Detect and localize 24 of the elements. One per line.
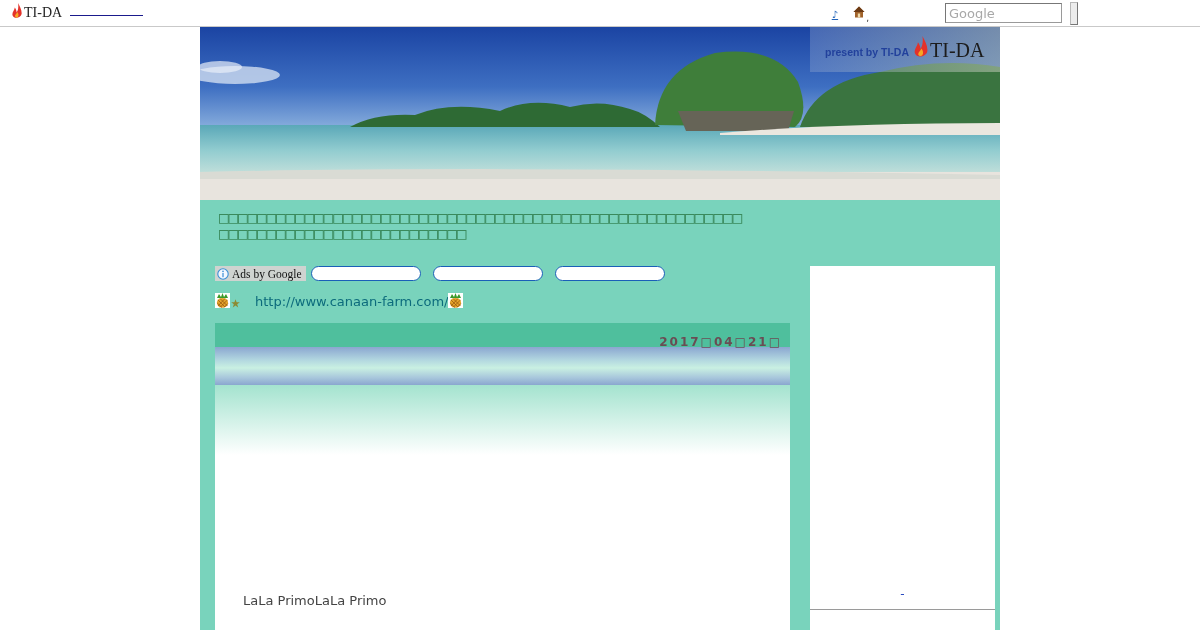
music-note-link[interactable]: ♪ xyxy=(831,9,839,21)
flame-icon xyxy=(12,3,22,19)
logo-tagline: present by TI-DA xyxy=(825,45,909,58)
separator-text: , xyxy=(866,13,869,23)
blank-link[interactable] xyxy=(70,14,144,16)
flame-icon xyxy=(914,35,928,58)
site-link[interactable]: http://www.canaan-farm.com/ xyxy=(255,293,449,310)
ads-by-google-link[interactable]: Ads by Google xyxy=(215,266,306,281)
search-button[interactable] xyxy=(1070,1,1078,25)
pineapple-icon xyxy=(448,293,464,308)
search-field[interactable]: Google xyxy=(945,3,1062,23)
site-description: □□□□□□□□□□□□□□□□□□□□□□□□□□□□□□□□□□□□□□□□□□□□□□□□□□□□□□□□□□□□□□□□□□□□□□□□□□□□□□□□□ xyxy=(218,207,744,245)
logo-text: TI-DA xyxy=(24,5,63,21)
star-icon xyxy=(231,299,240,308)
pineapple-icon xyxy=(215,293,230,308)
sidebar-link[interactable]: - xyxy=(900,587,905,601)
house-icon[interactable] xyxy=(853,6,866,18)
post-date: 2017□04□21□ xyxy=(659,335,782,349)
info-icon xyxy=(217,267,229,280)
ad-link-button[interactable] xyxy=(554,266,665,281)
post-text: LaLa PrimoLaLa Primo xyxy=(243,594,387,608)
ad-link-button[interactable] xyxy=(310,266,421,281)
logo-text: TI-DA xyxy=(930,38,985,61)
ad-link-button[interactable] xyxy=(432,266,543,281)
